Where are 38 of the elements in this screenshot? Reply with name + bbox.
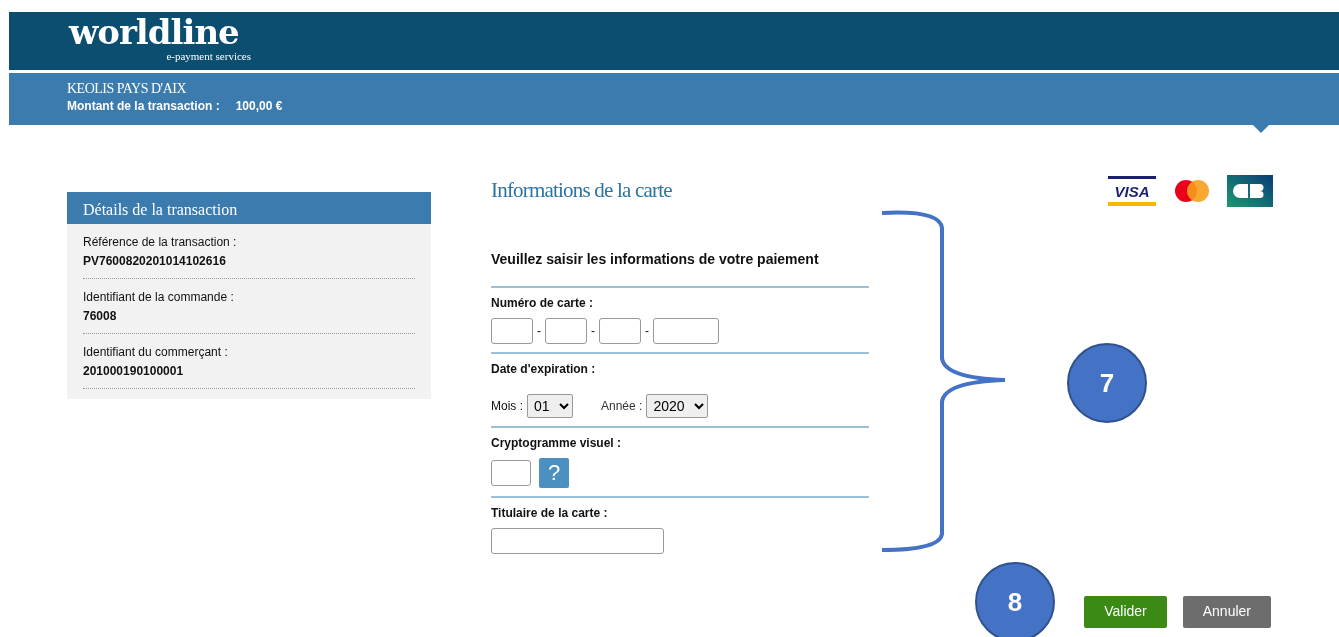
cb-logo	[1227, 175, 1273, 207]
year-label: Année :	[601, 397, 643, 415]
instruction-text: Veuillez saisir les informations de votre paiement	[491, 249, 820, 269]
annotation-number: 8	[975, 562, 1055, 637]
cardholder-field[interactable]	[491, 527, 664, 554]
detail-value: PV7600820201014102616	[83, 253, 227, 270]
card-number-field[interactable]	[653, 317, 719, 344]
field-label: Cryptogramme visuel :	[491, 434, 623, 452]
cancel-button[interactable]: Annuler	[1182, 595, 1271, 628]
month-label: Mois :	[491, 397, 523, 415]
submit-button[interactable]: Valider	[1084, 595, 1167, 628]
year-select[interactable]: 2020	[646, 393, 709, 418]
field-label: Numéro de carte :	[491, 294, 595, 312]
panel-title: Détails de la transaction	[67, 192, 431, 224]
logo-text: worldline	[69, 12, 240, 50]
help-button[interactable]: ?	[539, 457, 569, 488]
separator-text: -	[645, 322, 649, 340]
form-title: Informations de la carte	[491, 177, 673, 204]
detail-value: 76008	[83, 308, 118, 325]
detail-label: Identifiant du commerçant :	[83, 344, 229, 361]
amount-label: Montant de la transaction :	[67, 98, 220, 115]
detail-label: Référence de la transaction :	[83, 234, 238, 251]
separator-text: -	[591, 322, 595, 340]
card-number-field[interactable]	[599, 317, 641, 344]
month-select[interactable]: 01	[527, 393, 573, 418]
separator-text: -	[537, 322, 541, 340]
logo-tagline: e-payment services	[165, 50, 251, 62]
card-number-field[interactable]	[545, 317, 587, 344]
visa-logo: VISA	[1107, 175, 1157, 207]
card-number-field[interactable]	[491, 317, 533, 344]
merchant-name: KEOLIS PAYS D'AIX	[67, 80, 188, 97]
field-label: Titulaire de la carte :	[491, 504, 609, 522]
annotation-number: 7	[1067, 343, 1147, 423]
field-label: Date d'expiration :	[491, 360, 597, 378]
detail-value: 201000190100001	[83, 363, 185, 380]
cvv-field[interactable]	[491, 459, 531, 486]
detail-label: Identifiant de la commande :	[83, 289, 235, 306]
amount-value: 100,00 €	[235, 98, 283, 115]
